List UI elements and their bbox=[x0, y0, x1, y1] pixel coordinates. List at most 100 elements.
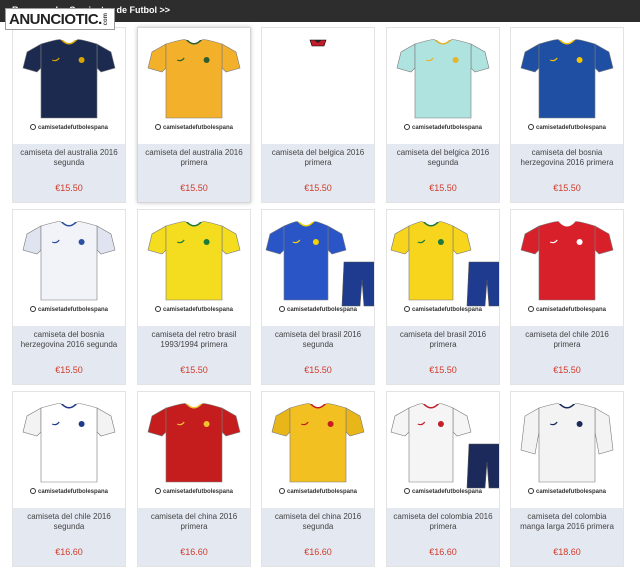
product-price: €16.60 bbox=[429, 547, 457, 557]
product-price: €15.50 bbox=[429, 365, 457, 375]
product-card[interactable]: camisetadefutbolespana camiseta del chile… bbox=[12, 391, 126, 567]
watermark-text: camisetadefutbolespana bbox=[37, 125, 109, 131]
product-name[interactable]: camiseta del chile 2016 primera bbox=[515, 330, 619, 349]
watermark-logo-icon bbox=[154, 488, 161, 494]
watermark-logo-icon bbox=[527, 306, 534, 312]
watermark: camisetadefutbolespana bbox=[262, 488, 374, 495]
product-card[interactable]: camiseta del belgica 2016 primera €15.50 bbox=[261, 27, 375, 203]
watermark-text: camisetadefutbolespana bbox=[162, 125, 234, 131]
product-info: camiseta del belgica 2016 segunda €15.50 bbox=[387, 144, 499, 202]
watermark-logo-icon bbox=[278, 488, 285, 494]
watermark-text: camisetadefutbolespana bbox=[535, 307, 607, 313]
product-card[interactable]: camisetadefutbolespana camiseta del colom… bbox=[386, 391, 500, 567]
watermark: camisetadefutbolespana bbox=[13, 488, 125, 495]
product-card[interactable]: camisetadefutbolespana camiseta del belgi… bbox=[386, 27, 500, 203]
watermark: camisetadefutbolespana bbox=[511, 124, 623, 131]
logo-text: ANUNCIOTIC bbox=[9, 10, 99, 28]
product-name[interactable]: camiseta del belgica 2016 primera bbox=[266, 148, 370, 167]
product-card[interactable]: camisetadefutbolespana camiseta del austr… bbox=[12, 27, 126, 203]
product-info: camiseta del australia 2016 segunda €15.5… bbox=[13, 144, 125, 202]
product-card[interactable]: camisetadefutbolespana camiseta del china… bbox=[261, 391, 375, 567]
product-info: camiseta del colombia 2016 primera €16.60 bbox=[387, 508, 499, 566]
product-name[interactable]: camiseta del australia 2016 primera bbox=[142, 148, 246, 167]
product-name[interactable]: camiseta del belgica 2016 segunda bbox=[391, 148, 495, 167]
watermark-text: camisetadefutbolespana bbox=[411, 307, 483, 313]
product-price: €15.50 bbox=[429, 183, 457, 193]
product-price: €16.60 bbox=[180, 547, 208, 557]
product-name[interactable]: camiseta del bosnia herzegovina 2016 pri… bbox=[515, 148, 619, 167]
logo-tld: com bbox=[102, 12, 109, 26]
watermark-logo-icon bbox=[403, 124, 410, 130]
watermark-text: camisetadefutbolespana bbox=[411, 125, 483, 131]
product-name[interactable]: camiseta del retro brasil 1993/1994 prim… bbox=[142, 330, 246, 349]
jersey-icon bbox=[309, 39, 327, 47]
product-price: €15.50 bbox=[304, 365, 332, 375]
product-image[interactable]: camisetadefutbolespana bbox=[511, 210, 623, 326]
watermark-text: camisetadefutbolespana bbox=[37, 307, 109, 313]
product-name[interactable]: camiseta del brasil 2016 primera bbox=[391, 330, 495, 349]
watermark-text: camisetadefutbolespana bbox=[286, 307, 358, 313]
product-info: camiseta del chile 2016 primera €15.50 bbox=[511, 326, 623, 384]
product-image[interactable]: camisetadefutbolespana bbox=[387, 392, 499, 508]
product-card[interactable]: camisetadefutbolespana camiseta del brasi… bbox=[261, 209, 375, 385]
product-card[interactable]: camisetadefutbolespana camiseta del brasi… bbox=[386, 209, 500, 385]
watermark-logo-icon bbox=[29, 488, 36, 494]
product-card[interactable]: camisetadefutbolespana camiseta del colom… bbox=[510, 391, 624, 567]
watermark-text: camisetadefutbolespana bbox=[162, 307, 234, 313]
product-image[interactable]: camisetadefutbolespana bbox=[13, 28, 125, 144]
product-price: €18.60 bbox=[553, 547, 581, 557]
product-card[interactable]: camisetadefutbolespana camiseta del china… bbox=[137, 391, 251, 567]
watermark: camisetadefutbolespana bbox=[387, 306, 499, 313]
product-card[interactable]: camisetadefutbolespana camiseta del bosni… bbox=[12, 209, 126, 385]
watermark: camisetadefutbolespana bbox=[13, 306, 125, 313]
product-info: camiseta del china 2016 primera €16.60 bbox=[138, 508, 250, 566]
product-info: camiseta del bosnia herzegovina 2016 seg… bbox=[13, 326, 125, 384]
product-info: camiseta del brasil 2016 segunda €15.50 bbox=[262, 326, 374, 384]
watermark-logo-icon bbox=[527, 488, 534, 494]
product-price: €15.50 bbox=[553, 365, 581, 375]
watermark-text: camisetadefutbolespana bbox=[286, 489, 358, 495]
product-image[interactable]: camisetadefutbolespana bbox=[387, 210, 499, 326]
product-image[interactable]: camisetadefutbolespana bbox=[13, 210, 125, 326]
product-price: €16.60 bbox=[304, 547, 332, 557]
product-image[interactable]: camisetadefutbolespana bbox=[387, 28, 499, 144]
product-image[interactable] bbox=[262, 28, 374, 144]
product-card[interactable]: camisetadefutbolespana camiseta del austr… bbox=[137, 27, 251, 203]
watermark: camisetadefutbolespana bbox=[138, 306, 250, 313]
product-info: camiseta del colombia manga larga 2016 p… bbox=[511, 508, 623, 566]
watermark-logo-icon bbox=[29, 306, 36, 312]
product-image[interactable]: camisetadefutbolespana bbox=[138, 210, 250, 326]
watermark: camisetadefutbolespana bbox=[387, 124, 499, 131]
product-card[interactable]: camisetadefutbolespana camiseta del chile… bbox=[510, 209, 624, 385]
product-name[interactable]: camiseta del australia 2016 segunda bbox=[17, 148, 121, 167]
watermark-text: camisetadefutbolespana bbox=[535, 125, 607, 131]
watermark: camisetadefutbolespana bbox=[262, 306, 374, 313]
product-name[interactable]: camiseta del bosnia herzegovina 2016 seg… bbox=[17, 330, 121, 349]
product-info: camiseta del chile 2016 segunda €16.60 bbox=[13, 508, 125, 566]
product-grid: camisetadefutbolespana camiseta del austr… bbox=[0, 0, 640, 576]
product-price: €15.50 bbox=[553, 183, 581, 193]
product-image[interactable]: camisetadefutbolespana bbox=[262, 392, 374, 508]
product-image[interactable]: camisetadefutbolespana bbox=[511, 28, 623, 144]
watermark: camisetadefutbolespana bbox=[138, 488, 250, 495]
product-image[interactable]: camisetadefutbolespana bbox=[138, 392, 250, 508]
product-name[interactable]: camiseta del china 2016 segunda bbox=[266, 512, 370, 531]
watermark: camisetadefutbolespana bbox=[138, 124, 250, 131]
product-info: camiseta del bosnia herzegovina 2016 pri… bbox=[511, 144, 623, 202]
watermark: camisetadefutbolespana bbox=[511, 488, 623, 495]
watermark-logo-icon bbox=[154, 124, 161, 130]
product-name[interactable]: camiseta del colombia manga larga 2016 p… bbox=[515, 512, 619, 531]
product-image[interactable]: camisetadefutbolespana bbox=[262, 210, 374, 326]
watermark-logo-icon bbox=[278, 306, 285, 312]
product-info: camiseta del belgica 2016 primera €15.50 bbox=[262, 144, 374, 202]
product-image[interactable]: camisetadefutbolespana bbox=[511, 392, 623, 508]
product-name[interactable]: camiseta del chile 2016 segunda bbox=[17, 512, 121, 531]
product-name[interactable]: camiseta del brasil 2016 segunda bbox=[266, 330, 370, 349]
product-info: camiseta del brasil 2016 primera €15.50 bbox=[387, 326, 499, 384]
product-image[interactable]: camisetadefutbolespana bbox=[138, 28, 250, 144]
product-card[interactable]: camisetadefutbolespana camiseta del bosni… bbox=[510, 27, 624, 203]
product-name[interactable]: camiseta del china 2016 primera bbox=[142, 512, 246, 531]
product-image[interactable]: camisetadefutbolespana bbox=[13, 392, 125, 508]
product-name[interactable]: camiseta del colombia 2016 primera bbox=[391, 512, 495, 531]
product-card[interactable]: camisetadefutbolespana camiseta del retro… bbox=[137, 209, 251, 385]
